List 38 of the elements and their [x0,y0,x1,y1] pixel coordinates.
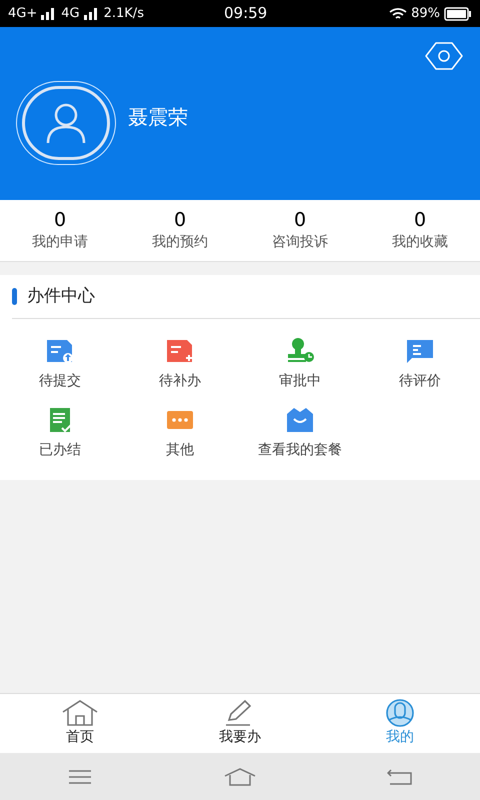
clock-time: 09:59 [224,3,268,24]
stat-count: 0 [54,208,66,232]
service-item[interactable]: 待补办 [120,337,240,392]
back-icon[interactable] [387,768,413,784]
stat-count: 0 [174,208,186,232]
bag-icon [284,406,316,434]
battery-icon [444,6,472,20]
service-item[interactable]: 其他 [120,406,240,461]
home-icon [61,699,99,727]
tab-item[interactable]: 首页 [0,694,160,753]
avatar[interactable] [16,81,116,165]
stat-label: 咨询投诉 [272,233,328,252]
chat-bubble-icon [404,337,436,365]
stat-label: 我的申请 [32,233,88,252]
battery-percent: 89% [411,4,440,23]
signal-icon [84,8,100,20]
menu-icon[interactable] [68,768,92,784]
stat-label: 我的预约 [152,233,208,252]
service-item[interactable]: 已办结 [0,406,120,461]
tab-item[interactable]: 我的 [320,694,480,753]
service-item[interactable]: 审批中 [240,337,360,392]
user-name: 聂震荣 [128,104,188,131]
service-item[interactable]: 待提交 [0,337,120,392]
user-avatar-icon [383,699,417,727]
network-speed: 2.1K/s [104,4,144,23]
tab-item[interactable]: 我要办 [160,694,320,753]
stat-count: 0 [294,208,306,232]
section-marker [12,288,17,305]
wifi-icon [389,8,408,20]
stat-label: 我的收藏 [392,233,448,252]
carrier-label: 4G [61,4,80,23]
stat-count: 0 [414,208,426,232]
service-item[interactable]: 查看我的套餐 [240,406,360,461]
home-icon[interactable] [223,768,257,786]
person-icon [44,101,88,145]
carrier-label: 4G+ [8,4,38,23]
service-item[interactable]: 待评价 [360,337,480,392]
section-title: 办件中心 [27,284,95,308]
